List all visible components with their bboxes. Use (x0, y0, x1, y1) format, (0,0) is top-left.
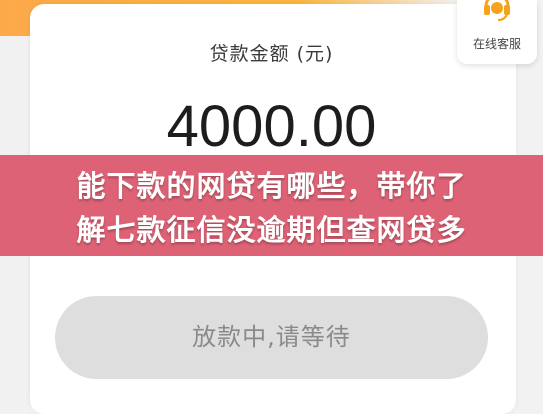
loan-amount-value: 4000.00 (166, 94, 377, 159)
headline-banner: 能下款的网贷有哪些，带你了 解七款征信没逾期但查网贷多 (0, 155, 543, 256)
banner-line-1: 能下款的网贷有哪些，带你了 (76, 169, 467, 203)
banner-line-2: 解七款征信没逾期但查网贷多 (76, 213, 467, 247)
online-service-label: 在线客服 (472, 37, 521, 51)
online-service-button[interactable]: 在线客服 (457, 0, 537, 64)
disbursing-wait-button[interactable]: 放款中,请等待 (55, 296, 488, 379)
headset-icon (484, 0, 510, 21)
